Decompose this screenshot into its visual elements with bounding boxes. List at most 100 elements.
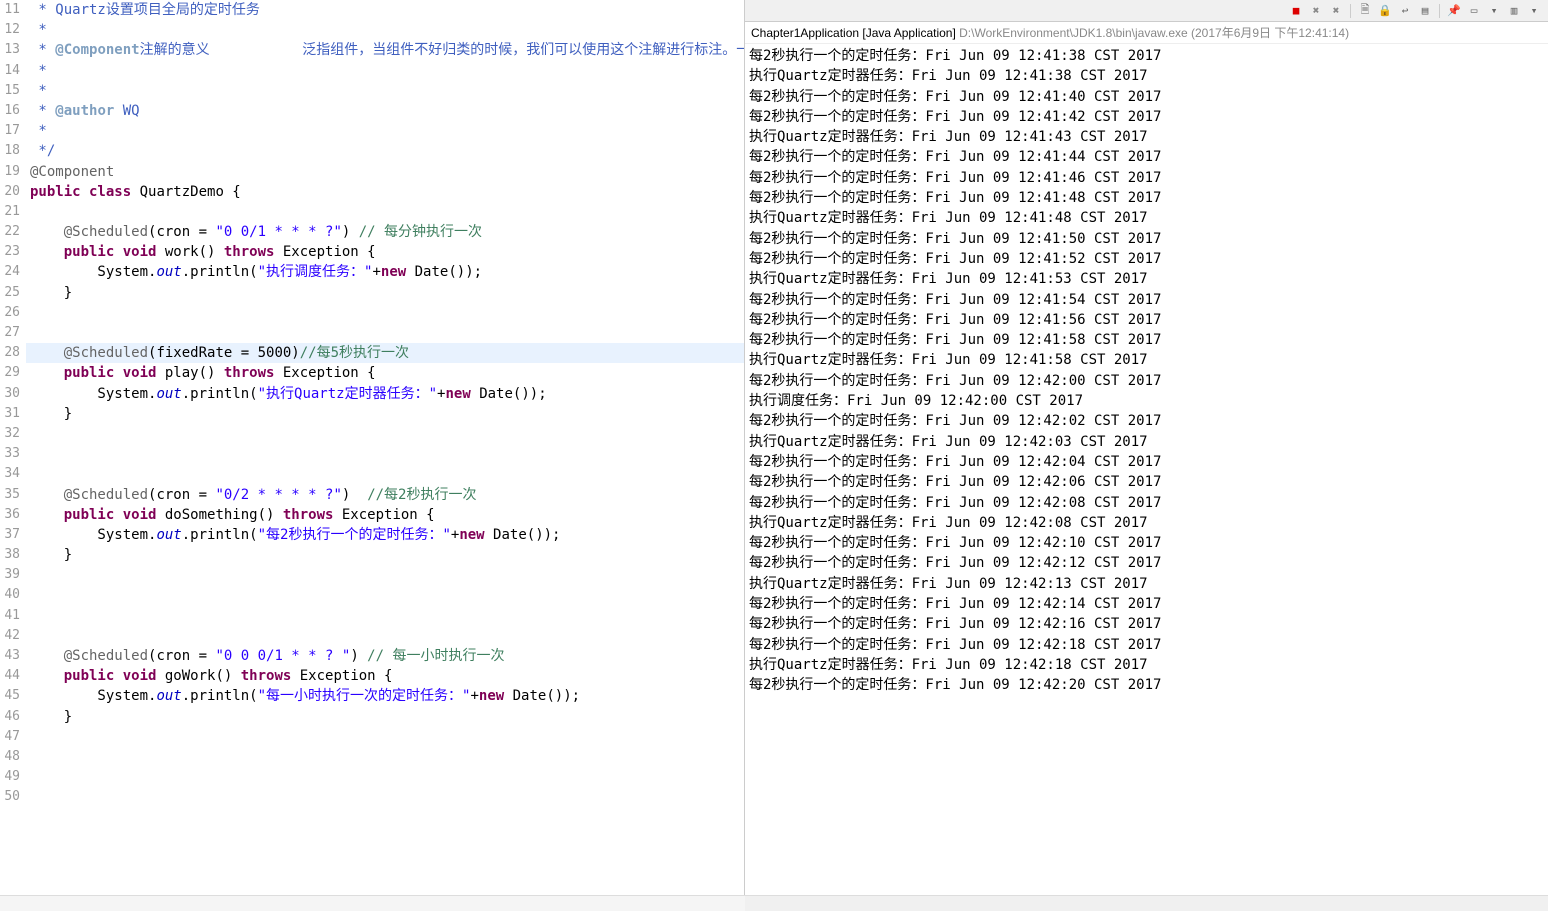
line-number: 23 bbox=[0, 242, 20, 262]
display-selected-icon[interactable]: ▭ bbox=[1466, 3, 1482, 19]
code-line[interactable] bbox=[26, 565, 744, 585]
code-line[interactable]: @Scheduled(cron = "0 0 0/1 * * ? ") // 每… bbox=[26, 646, 744, 666]
show-console-icon[interactable]: ▤ bbox=[1417, 3, 1433, 19]
console-line: 每2秒执行一个的定时任务：Fri Jun 09 12:42:18 CST 201… bbox=[749, 635, 1544, 655]
code-line[interactable] bbox=[26, 606, 744, 626]
code-line[interactable] bbox=[26, 626, 744, 646]
console-line: 每2秒执行一个的定时任务：Fri Jun 09 12:42:16 CST 201… bbox=[749, 614, 1544, 634]
line-number: 47 bbox=[0, 727, 20, 747]
line-number: 24 bbox=[0, 262, 20, 282]
new-console-icon[interactable]: ▥ bbox=[1506, 3, 1522, 19]
code-line[interactable]: * bbox=[26, 20, 744, 40]
code-line[interactable]: * bbox=[26, 81, 744, 101]
console-line: 每2秒执行一个的定时任务：Fri Jun 09 12:41:48 CST 201… bbox=[749, 188, 1544, 208]
code-line[interactable] bbox=[26, 787, 744, 807]
console-line: 每2秒执行一个的定时任务：Fri Jun 09 12:41:46 CST 201… bbox=[749, 168, 1544, 188]
code-line[interactable]: @Scheduled(cron = "0 0/1 * * * ?") // 每分… bbox=[26, 222, 744, 242]
console-line: 每2秒执行一个的定时任务：Fri Jun 09 12:42:10 CST 201… bbox=[749, 533, 1544, 553]
line-number: 28 bbox=[0, 343, 20, 363]
line-number: 26 bbox=[0, 303, 20, 323]
console-line: 每2秒执行一个的定时任务：Fri Jun 09 12:41:44 CST 201… bbox=[749, 147, 1544, 167]
console-line: 执行Quartz定时器任务：Fri Jun 09 12:41:43 CST 20… bbox=[749, 127, 1544, 147]
code-line[interactable]: System.out.println("执行调度任务："+new Date())… bbox=[26, 262, 744, 282]
code-line[interactable]: * bbox=[26, 61, 744, 81]
line-number: 33 bbox=[0, 444, 20, 464]
menu-icon[interactable]: ▾ bbox=[1526, 3, 1542, 19]
code-line[interactable] bbox=[26, 767, 744, 787]
line-number: 11 bbox=[0, 0, 20, 20]
line-number: 20 bbox=[0, 182, 20, 202]
code-line[interactable]: } bbox=[26, 404, 744, 424]
terminate-all-icon[interactable]: ✖ bbox=[1308, 3, 1324, 19]
line-number: 17 bbox=[0, 121, 20, 141]
code-line[interactable] bbox=[26, 323, 744, 343]
console-output[interactable]: 每2秒执行一个的定时任务：Fri Jun 09 12:41:38 CST 201… bbox=[745, 44, 1548, 895]
code-line[interactable]: } bbox=[26, 545, 744, 565]
word-wrap-icon[interactable]: ↩ bbox=[1397, 3, 1413, 19]
code-line[interactable] bbox=[26, 202, 744, 222]
line-number: 36 bbox=[0, 505, 20, 525]
code-line[interactable]: @Scheduled(cron = "0/2 * * * * ?") //每2秒… bbox=[26, 485, 744, 505]
code-line[interactable]: * @Component注解的意义 泛指组件，当组件不好归类的时候，我们可以使用… bbox=[26, 40, 744, 60]
code-line[interactable]: } bbox=[26, 283, 744, 303]
code-line[interactable] bbox=[26, 747, 744, 767]
code-line[interactable]: System.out.println("每一小时执行一次的定时任务："+new … bbox=[26, 686, 744, 706]
code-line[interactable]: @Scheduled(fixedRate = 5000)//每5秒执行一次 bbox=[26, 343, 744, 363]
code-line[interactable]: @Component bbox=[26, 162, 744, 182]
console-pane: ■✖✖🗎🔒↩▤📌▭▾▥▾ Chapter1Application [Java A… bbox=[745, 0, 1548, 911]
code-line[interactable]: public void goWork() throws Exception { bbox=[26, 666, 744, 686]
console-app-path: D:\WorkEnvironment\JDK1.8\bin\javaw.exe … bbox=[956, 26, 1349, 40]
line-number: 21 bbox=[0, 202, 20, 222]
line-number: 49 bbox=[0, 767, 20, 787]
code-line[interactable]: public void work() throws Exception { bbox=[26, 242, 744, 262]
line-number: 15 bbox=[0, 81, 20, 101]
scroll-lock-icon[interactable]: 🔒 bbox=[1377, 3, 1393, 19]
line-number-gutter: 1112131415161718192021222324252627282930… bbox=[0, 0, 26, 911]
console-line: 执行Quartz定时器任务：Fri Jun 09 12:42:03 CST 20… bbox=[749, 432, 1544, 452]
code-line[interactable]: * Quartz设置项目全局的定时任务 bbox=[26, 0, 744, 20]
remove-launch-icon[interactable]: ✖ bbox=[1328, 3, 1344, 19]
line-number: 39 bbox=[0, 565, 20, 585]
console-horizontal-scrollbar[interactable] bbox=[745, 895, 1548, 911]
code-line[interactable] bbox=[26, 727, 744, 747]
terminate-icon[interactable]: ■ bbox=[1288, 3, 1304, 19]
console-line: 每2秒执行一个的定时任务：Fri Jun 09 12:41:56 CST 201… bbox=[749, 310, 1544, 330]
code-line[interactable]: * bbox=[26, 121, 744, 141]
line-number: 29 bbox=[0, 363, 20, 383]
code-line[interactable]: System.out.println("每2秒执行一个的定时任务："+new D… bbox=[26, 525, 744, 545]
console-line: 每2秒执行一个的定时任务：Fri Jun 09 12:42:02 CST 201… bbox=[749, 411, 1544, 431]
code-editor[interactable]: * Quartz设置项目全局的定时任务 * * @Component注解的意义 … bbox=[26, 0, 744, 911]
code-line[interactable]: */ bbox=[26, 141, 744, 161]
pin-console-icon[interactable]: 📌 bbox=[1446, 3, 1462, 19]
code-line[interactable]: public void doSomething() throws Excepti… bbox=[26, 505, 744, 525]
dropdown-icon[interactable]: ▾ bbox=[1486, 3, 1502, 19]
code-line[interactable]: public class QuartzDemo { bbox=[26, 182, 744, 202]
console-line: 执行Quartz定时器任务：Fri Jun 09 12:41:48 CST 20… bbox=[749, 208, 1544, 228]
console-line: 执行Quartz定时器任务：Fri Jun 09 12:41:58 CST 20… bbox=[749, 350, 1544, 370]
code-line[interactable]: public void play() throws Exception { bbox=[26, 363, 744, 383]
toolbar-separator bbox=[1439, 4, 1440, 18]
console-line: 执行Quartz定时器任务：Fri Jun 09 12:41:38 CST 20… bbox=[749, 66, 1544, 86]
code-line[interactable]: System.out.println("执行Quartz定时器任务："+new … bbox=[26, 384, 744, 404]
line-number: 16 bbox=[0, 101, 20, 121]
line-number: 22 bbox=[0, 222, 20, 242]
code-line[interactable] bbox=[26, 303, 744, 323]
console-line: 每2秒执行一个的定时任务：Fri Jun 09 12:41:52 CST 201… bbox=[749, 249, 1544, 269]
console-line: 执行调度任务：Fri Jun 09 12:42:00 CST 2017 bbox=[749, 391, 1544, 411]
code-line[interactable]: * @author WQ bbox=[26, 101, 744, 121]
code-line[interactable] bbox=[26, 464, 744, 484]
line-number: 45 bbox=[0, 686, 20, 706]
line-number: 13 bbox=[0, 40, 20, 60]
line-number: 27 bbox=[0, 323, 20, 343]
console-line: 执行Quartz定时器任务：Fri Jun 09 12:42:08 CST 20… bbox=[749, 513, 1544, 533]
code-line[interactable]: } bbox=[26, 707, 744, 727]
code-line[interactable] bbox=[26, 424, 744, 444]
editor-horizontal-scrollbar[interactable] bbox=[0, 895, 745, 911]
clear-console-icon[interactable]: 🗎 bbox=[1357, 3, 1373, 19]
code-line[interactable] bbox=[26, 444, 744, 464]
line-number: 30 bbox=[0, 384, 20, 404]
line-number: 37 bbox=[0, 525, 20, 545]
code-line[interactable] bbox=[26, 585, 744, 605]
console-line: 每2秒执行一个的定时任务：Fri Jun 09 12:41:40 CST 201… bbox=[749, 87, 1544, 107]
console-line: 每2秒执行一个的定时任务：Fri Jun 09 12:42:20 CST 201… bbox=[749, 675, 1544, 695]
